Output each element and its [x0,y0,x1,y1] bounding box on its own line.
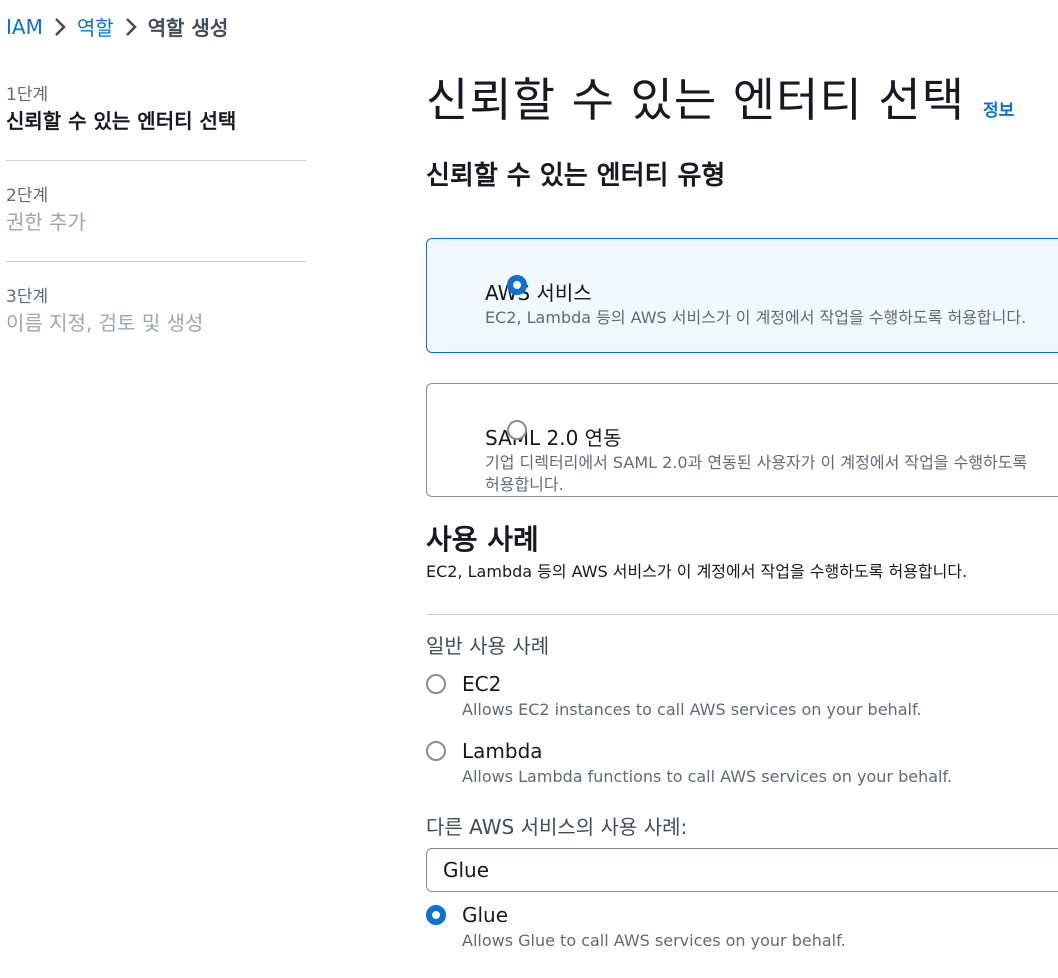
service-select-value: Glue [443,858,490,882]
radio-aws-service[interactable] [507,275,527,295]
radio-saml-federation[interactable] [507,420,527,440]
step-number: 1단계 [6,85,49,105]
tile-title: SAML 2.0 연동 [485,426,622,450]
option-description: Allows EC2 instances to call AWS service… [462,700,922,719]
option-description: Allows Glue to call AWS services on your… [462,931,846,950]
create-role-page: IAM 역할 역할 생성 1단계 신뢰할 수 있는 엔터티 선택 2단계 권한 … [0,0,1058,978]
use-case-title: 사용 사례 [426,523,539,556]
step-title: 신뢰할 수 있는 엔터티 선택 [6,109,237,133]
radio-ec2[interactable] [426,674,446,694]
tile-aws-service[interactable]: AWS 서비스 EC2, Lambda 등의 AWS 서비스가 이 계정에서 작… [426,238,1058,353]
service-select[interactable]: Glue [426,848,1058,892]
tile-description: EC2, Lambda 등의 AWS 서비스가 이 계정에서 작업을 수행하도록… [485,308,1027,327]
common-use-cases-label: 일반 사용 사례 [426,634,550,658]
other-service-label: 다른 AWS 서비스의 사용 사례: [426,815,688,839]
use-case-description: EC2, Lambda 등의 AWS 서비스가 이 계정에서 작업을 수행하도록… [426,562,968,581]
tile-description: 기업 디렉터리에서 SAML 2.0과 연동된 사용자가 이 계정에서 작업을 … [485,453,1028,472]
breadcrumb-current: 역할 생성 [147,16,229,40]
step-title: 권한 추가 [6,210,86,234]
step-title: 이름 지정, 검토 및 생성 [6,311,204,335]
chevron-right-icon [43,13,77,41]
divider [426,614,1058,615]
entity-type-title: 신뢰할 수 있는 엔터티 유형 [426,161,726,191]
step-1: 1단계 신뢰할 수 있는 엔터티 선택 [6,84,306,161]
main-content: 신뢰할 수 있는 엔터티 선택 정보 신뢰할 수 있는 엔터티 유형 [426,70,1058,194]
use-case-section: 사용 사례 EC2, Lambda 등의 AWS 서비스가 이 계정에서 작업을… [426,520,1058,584]
tile-description-cont: 허용합니다. [485,475,564,494]
option-title: Lambda [462,739,543,763]
wizard-steps: 1단계 신뢰할 수 있는 엔터티 선택 2단계 권한 추가 3단계 이름 지정,… [6,84,306,386]
breadcrumb-roles[interactable]: 역할 [77,12,114,41]
option-description: Allows Lambda functions to call AWS serv… [462,767,953,786]
chevron-right-icon [114,13,148,41]
step-number: 2단계 [6,186,49,206]
option-ec2[interactable]: EC2 Allows EC2 instances to call AWS ser… [426,670,922,722]
breadcrumb-iam[interactable]: IAM [6,15,43,39]
tile-saml-federation[interactable]: SAML 2.0 연동 기업 디렉터리에서 SAML 2.0과 연동된 사용자가… [426,383,1058,497]
page-title: 신뢰할 수 있는 엔터티 선택 [426,73,966,127]
breadcrumb: IAM 역할 역할 생성 [6,12,228,41]
step-2: 2단계 권한 추가 [6,185,306,262]
radio-glue[interactable] [426,905,446,925]
radio-lambda[interactable] [426,741,446,761]
option-lambda[interactable]: Lambda Allows Lambda functions to call A… [426,737,952,789]
step-number: 3단계 [6,287,49,307]
info-link[interactable]: 정보 [983,96,1014,121]
option-glue[interactable]: Glue Allows Glue to call AWS services on… [426,901,846,953]
step-3: 3단계 이름 지정, 검토 및 생성 [6,286,306,362]
option-title: EC2 [462,672,502,696]
tile-title: AWS 서비스 [485,281,592,305]
option-title: Glue [462,903,509,927]
